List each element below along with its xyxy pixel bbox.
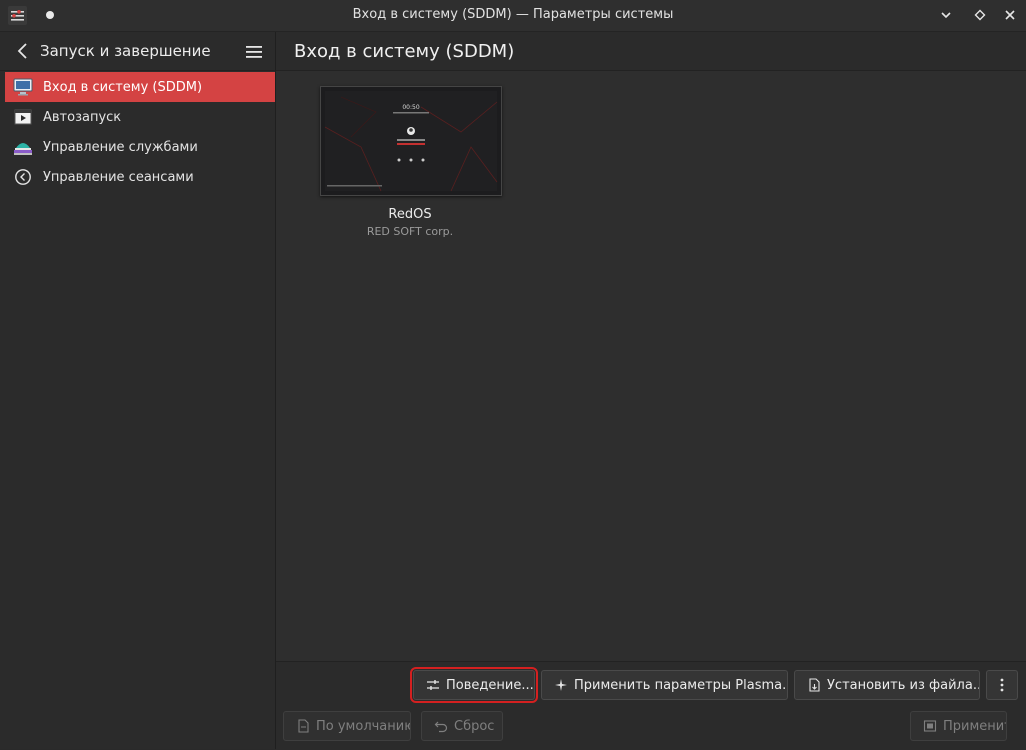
sidebar-item-sessions[interactable]: Управление сеансами [5,162,275,192]
page-title: Вход в систему (SDDM) [294,41,515,62]
sidebar-item-sddm[interactable]: Вход в систему (SDDM) [5,72,275,102]
sidebar-item-services[interactable]: Управление службами [5,132,275,162]
bottom-toolbar: Поведение... Применить параметры Plasma.… [276,661,1026,750]
install-from-file-label: Установить из файла... [827,677,980,693]
title-bar: Вход в систему (SDDM) — Параметры систем… [0,0,1026,32]
reset-button[interactable]: Сброс [421,711,503,741]
defaults-button-label: По умолчанию [316,718,411,734]
sidebar-item-label: Автозапуск [43,109,122,125]
sidebar-item-label: Управление службами [43,139,198,155]
behavior-button[interactable]: Поведение... [410,667,538,703]
main-header: Вход в систему (SDDM) [276,32,1026,71]
behavior-button-label: Поведение... [446,677,534,693]
close-icon [1005,10,1015,20]
sidebar-item-label: Вход в систему (SDDM) [43,79,203,95]
hamburger-menu-icon [246,46,262,58]
diamond-restore-icon [974,9,986,21]
theme-author: RED SOFT corp. [366,225,454,238]
reset-button-label: Сброс [454,718,495,734]
apply-button-label: Применить [943,718,1006,734]
vertical-ellipsis-icon [1000,678,1004,692]
chevron-down-icon [941,12,951,19]
svg-text:00:50: 00:50 [402,104,419,111]
apply-plasma-settings-button[interactable]: Применить параметры Plasma... [541,670,788,700]
document-defaults-icon [296,719,310,733]
themes-grid: 00:50 RedOS RED SOFT corp. [276,71,1026,661]
window-title: Вход в систему (SDDM) — Параметры систем… [352,7,674,22]
settings-window: Вход в систему (SDDM) — Параметры систем… [0,0,1026,750]
sidebar-item-autostart[interactable]: Автозапуск [5,102,275,132]
theme-name: RedOS [388,207,432,222]
apply-plasma-label: Применить параметры Plasma... [574,677,788,693]
chevron-left-icon [17,43,27,59]
theme-preview-image: 00:50 [320,86,502,196]
install-from-file-button[interactable]: Установить из файла... [794,670,980,700]
apply-button[interactable]: Применить [910,711,1007,741]
minimize-button[interactable] [936,5,956,25]
sidebar: Запуск и завершение Вход в систему (SDDM… [0,32,276,749]
back-button[interactable] [12,40,34,62]
services-icon [13,138,33,156]
more-options-button[interactable] [986,670,1018,700]
sparkle-icon [554,678,568,692]
sliders-icon [426,678,440,692]
sidebar-header: Запуск и завершение [0,32,275,71]
sidebar-nav: Вход в систему (SDDM) Автозапуск Управле… [5,72,275,192]
close-button[interactable] [1000,5,1020,25]
maximize-button[interactable] [970,5,990,25]
sessions-icon [13,168,33,186]
autostart-icon [13,108,33,126]
document-import-icon [807,678,821,692]
defaults-button[interactable]: По умолчанию [283,711,411,741]
sidebar-item-label: Управление сеансами [43,169,194,185]
theme-card[interactable]: 00:50 RedOS RED SOFT corp. [320,86,502,251]
monitor-icon [13,78,33,96]
undo-icon [434,719,448,733]
sidebar-title: Запуск и завершение [40,42,211,60]
main-panel: Вход в систему (SDDM) 00:50 RedOS RED SO… [276,32,1026,750]
apply-icon [923,719,937,733]
menu-button[interactable] [243,41,265,63]
